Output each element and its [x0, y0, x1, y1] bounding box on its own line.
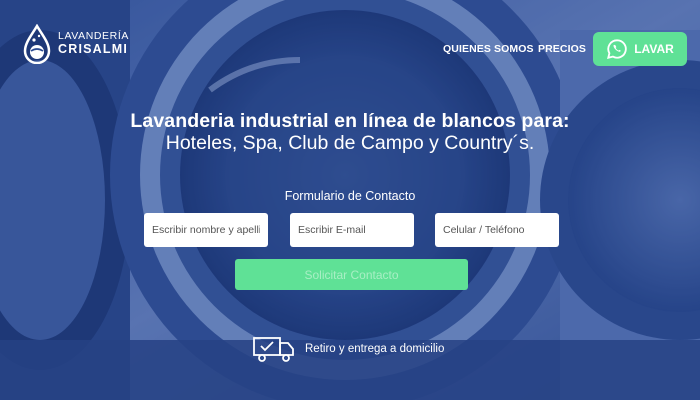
brand-logo[interactable]: LAVANDERÍA CRISALMI [22, 24, 129, 64]
hero-headline: Lavanderia industrial en línea de blanco… [130, 110, 570, 132]
phone-input[interactable] [435, 213, 559, 247]
hero-subheadline: Hoteles, Spa, Club de Campo y Country´s. [165, 132, 535, 154]
form-title: Formulario de Contacto [284, 189, 416, 203]
brand-line2: CRISALMI [58, 41, 129, 56]
whatsapp-icon [607, 39, 627, 59]
lavar-whatsapp-button[interactable]: LAVAR [593, 32, 687, 66]
name-input[interactable] [144, 213, 268, 247]
nav-quienes-somos[interactable]: QUIENES SOMOS [443, 43, 534, 55]
lavar-label: LAVAR [634, 42, 674, 56]
delivery-note: Retiro y entrega a domicilio [252, 334, 444, 364]
truck-icon [253, 337, 294, 362]
nav-precios[interactable]: PRECIOS [538, 43, 586, 55]
water-drop-icon [23, 24, 51, 64]
submit-contact-button[interactable]: Solicitar Contacto [235, 259, 468, 290]
delivery-text: Retiro y entrega a domicilio [305, 343, 445, 355]
email-input[interactable] [290, 213, 414, 247]
